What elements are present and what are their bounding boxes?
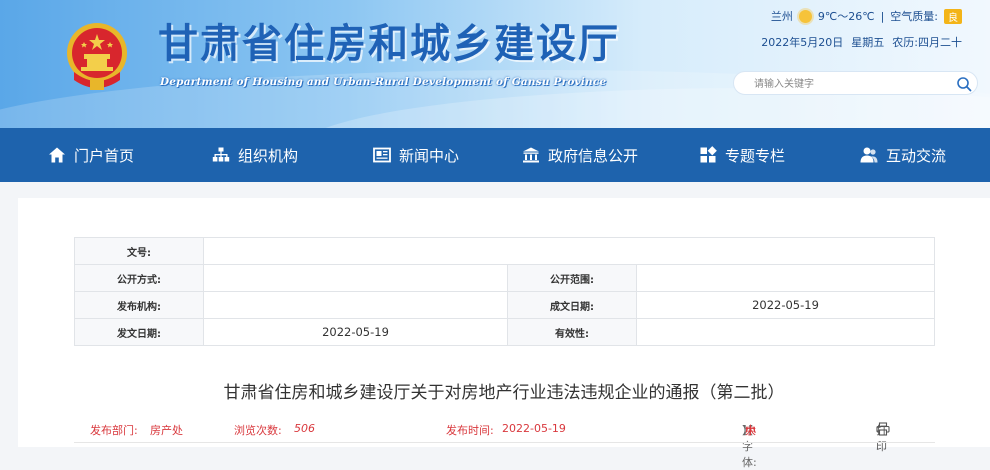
issued-date-value: 2022-05-19 [203,318,508,346]
main-nav: 门户首页 组织机构 新闻中心 政府信息公开 专题专栏 互动交流 [0,128,990,182]
weather-city: 兰州 [770,10,793,23]
newspaper-icon [373,147,391,163]
national-emblem-icon[interactable] [64,20,130,92]
government-building-icon [523,147,539,163]
date-line: 2022年5月20日 星期五 农历:四月二十 [761,34,962,50]
scope-value [636,264,935,292]
weather-widget: 兰州 9℃～26℃ | 空气质量: 良 [771,8,962,24]
validity-value [636,318,935,346]
air-quality-badge: 良 [944,8,962,24]
font-size-close: 】 [742,424,753,437]
views-label: 浏览次数: [234,424,282,437]
publish-time-value: 2022-05-19 [502,422,566,435]
nav-item-interaction[interactable]: 互动交流 [860,128,946,182]
nav-item-home[interactable]: 门户首页 [48,128,134,182]
date-lunar: 农历:四月二十 [892,36,962,49]
air-quality-label: 空气质量: [890,10,938,23]
doc-number-label: 文号: [74,237,204,265]
created-date-label: 成文日期: [507,291,637,319]
validity-label: 有效性: [507,318,637,346]
publish-method-label: 公开方式: [74,264,204,292]
nav-item-gov-info[interactable]: 政府信息公开 [522,128,638,182]
table-row: 文号: [74,237,935,265]
weather-separator: | [880,9,885,23]
document-meta-table: 文号: 公开方式: 公开范围: 发布机构: 成文日期: 2022-05-19 发… [74,237,935,346]
dept-label: 发布部门: [90,424,138,437]
nav-label: 新闻中心 [399,146,460,165]
nav-label: 组织机构 [238,146,299,165]
issuer-value [203,291,508,319]
nav-label: 门户首页 [74,146,135,165]
org-chart-icon [212,147,230,162]
grid-icon [700,146,717,163]
home-icon [49,147,65,163]
publish-time-label: 发布时间: [446,424,494,437]
nav-label: 专题专栏 [725,146,786,165]
date-weekday: 星期五 [851,36,885,49]
nav-item-organization[interactable]: 组织机构 [212,128,298,182]
nav-item-news[interactable]: 新闻中心 [373,128,459,182]
article-info-bar: 发布部门: 房产处 浏览次数: 506 发布时间: 2022-05-19 【 字… [74,422,935,469]
print-button[interactable]: 打印 [876,422,890,453]
nav-label: 政府信息公开 [548,146,639,165]
users-icon [860,147,878,163]
site-header: 甘肃省住房和城乡建设厅 Department of Housing and Ur… [0,0,990,128]
article-content: 文号: 公开方式: 公开范围: 发布机构: 成文日期: 2022-05-19 发… [18,198,990,469]
issuer-label: 发布机构: [74,291,204,319]
search-box [733,71,978,95]
sun-icon [798,9,812,23]
search-input[interactable] [752,74,946,94]
nav-label: 互动交流 [886,146,947,165]
table-row: 发文日期: 2022-05-19 有效性: [74,318,935,346]
views-count: 506 [294,422,315,435]
weather-temp: 9℃～26℃ [817,10,875,23]
created-date-value: 2022-05-19 [636,291,935,319]
print-label: 打印 [876,424,887,453]
doc-number-value [203,237,935,265]
site-title[interactable]: 甘肃省住房和城乡建设厅 [158,20,620,68]
dept-value: 房产处 [150,424,183,437]
issued-date-label: 发文日期: [74,318,204,346]
table-row: 公开方式: 公开范围: [74,264,935,292]
publish-method-value [203,264,508,292]
site-subtitle: Department of Housing and Urban-Rural De… [160,76,607,88]
article-title: 甘肃省住房和城乡建设厅关于对房地产行业违法违规企业的通报（第二批） [223,383,785,403]
scope-label: 公开范围: [507,264,637,292]
table-row: 发布机构: 成文日期: 2022-05-19 [74,291,935,319]
date-gregorian: 2022年5月20日 [761,36,844,49]
divider [74,442,935,443]
nav-item-topics[interactable]: 专题专栏 [699,128,785,182]
search-icon[interactable] [955,75,973,93]
